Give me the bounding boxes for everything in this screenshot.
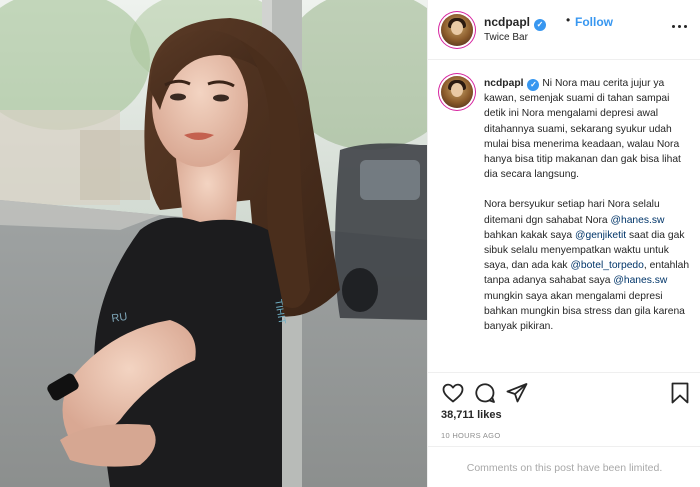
caption-text-segment: bahkan kakak saya <box>484 229 576 241</box>
svg-text:RU: RU <box>111 311 128 325</box>
caption-paragraph-1: ncdpapl ✓ Ni Nora mau cerita jujur ya kaw… <box>484 76 690 182</box>
likes-count[interactable]: 38,711 likes <box>441 409 502 421</box>
mention-link[interactable]: @genjiketit <box>575 230 626 241</box>
post-header: ncdpapl ✓ • Follow Twice Bar <box>428 0 700 60</box>
verified-badge-icon: ✓ <box>527 79 540 91</box>
comment-icon[interactable] <box>473 381 497 405</box>
follow-button[interactable]: Follow <box>575 15 613 29</box>
share-icon[interactable] <box>505 381 529 405</box>
caption-paragraph-2: Nora bersyukur setiap hari Nora selalu d… <box>484 197 690 334</box>
caption-area: ncdpapl ✓ Ni Nora mau cerita jujur ya kaw… <box>428 61 700 371</box>
caption-text: ncdpapl ✓ Ni Nora mau cerita jujur ya kaw… <box>484 76 690 334</box>
instagram-post: RU TIHIT ncdpapl ✓ • Follow Twice Bar nc… <box>0 0 700 487</box>
caption-body-1: Ni Nora mau cerita jujur ya kawan, semen… <box>484 78 681 181</box>
separator-dot: • <box>566 13 571 27</box>
photo-illustration: RU TIHIT <box>0 0 427 487</box>
verified-badge-icon: ✓ <box>534 19 547 31</box>
caption-avatar[interactable] <box>441 76 473 108</box>
mention-link[interactable]: @hanes.sw <box>611 215 665 226</box>
post-photo[interactable]: RU TIHIT <box>0 0 427 487</box>
post-side-panel: ncdpapl ✓ • Follow Twice Bar ncdpapl ✓ Ni … <box>427 0 700 487</box>
avatar-face <box>451 83 463 97</box>
mention-link[interactable]: @hanes.sw <box>613 275 667 286</box>
more-options-icon[interactable] <box>672 22 688 32</box>
bookmark-icon[interactable] <box>668 381 692 405</box>
username-link[interactable]: ncdpapl ✓ <box>484 15 547 31</box>
location-link[interactable]: Twice Bar <box>484 32 528 43</box>
avatar-face <box>451 21 463 35</box>
user-avatar[interactable] <box>441 14 473 46</box>
username-text: ncdpapl <box>484 15 531 29</box>
post-timestamp: 10 HOURS AGO <box>441 431 501 440</box>
comments-limited-notice: Comments on this post have been limited. <box>428 446 700 487</box>
caption-username[interactable]: ncdpapl <box>484 78 523 89</box>
caption-text-segment: mungkin saya akan mengalami depresi bahk… <box>484 290 685 333</box>
mention-link[interactable]: @botel_torpedo <box>570 260 643 271</box>
heart-icon[interactable] <box>441 381 465 405</box>
